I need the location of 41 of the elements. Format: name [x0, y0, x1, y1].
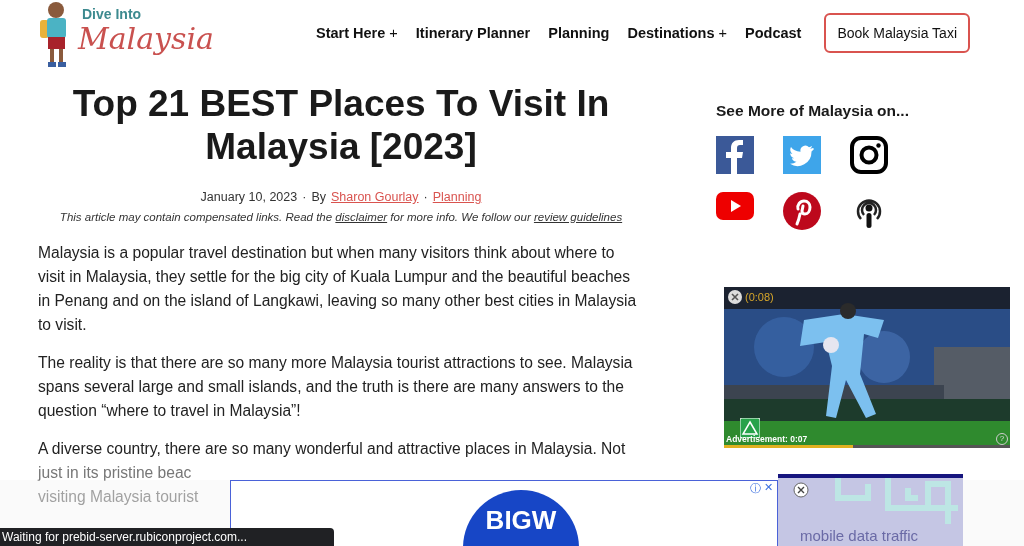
pinterest-icon[interactable] [783, 192, 821, 230]
author-link[interactable]: Sharon Gourlay [331, 190, 419, 204]
ad-countdown: Advertisement: 0:07 [726, 434, 808, 444]
brand-logo: BIGW [463, 490, 579, 546]
separator-text: · [423, 190, 428, 204]
review-guidelines-link[interactable]: review guidelines [533, 211, 623, 223]
byline-label: By [311, 190, 326, 204]
body-text-line: visiting Malaysia tourist [38, 487, 199, 507]
logo-text: Dive Into [82, 6, 143, 22]
side-ad[interactable] [778, 474, 963, 546]
facebook-icon[interactable] [716, 136, 754, 174]
status-bar: Waiting for prebid-server.rubiconproject.com... [0, 528, 334, 546]
ad-timer: (0:08) [745, 291, 774, 303]
sidebar-heading: See More of Malaysia on... [716, 102, 910, 120]
body-paragraph: The reality is that there are so many more Malaysia tourist attractions to see. Malaysia spans several large and small islands, and the truth is there are many answers to the question “where to travel in Malaysia”! [38, 353, 634, 421]
ad-info-button[interactable]: ⓘ [750, 481, 761, 496]
book-taxi-button[interactable]: Book Malaysia Taxi [824, 13, 970, 53]
disclaimer-link[interactable]: disclaimer [335, 211, 388, 223]
category-link[interactable]: Planning [432, 190, 482, 204]
instagram-icon[interactable] [850, 136, 888, 174]
body-paragraph: Malaysia is a popular travel destination but when many visitors think about where to visit in Malaysia, they settle for the big city of Kuala Lumpur and the beautiful beaches in Penang and on the island of Langkawi, leaving so many other best cities in Malaysia to visit. [38, 243, 638, 335]
ad-close-button[interactable]: ✕ [764, 481, 773, 496]
disclaimer-note: This article may contain compensated links. Read the disclaimer for more info. We follow our review guidelines [58, 211, 624, 223]
site-logo[interactable]: Dive Into Malaysia [38, 0, 214, 70]
bird-icon[interactable] [783, 136, 821, 174]
close-icon[interactable] [793, 482, 809, 498]
separator-text: · [302, 190, 307, 204]
body-text-line: just in its pristine beac [38, 463, 192, 483]
logo-script-text: Malaysia [78, 22, 214, 56]
video-ad[interactable]: (0:08) Advertisement: 0:07 ? [724, 287, 1010, 448]
ad-text: mobile data traffic [800, 527, 919, 544]
nav-link[interactable]: Start Here + [309, 25, 405, 41]
nav-link[interactable]: Itinerary Planner [408, 25, 538, 41]
close-icon[interactable] [728, 290, 742, 304]
nav-link[interactable]: Destinations + [620, 25, 734, 41]
post-date: January 10, 2023 [200, 190, 298, 204]
article-title: Top 21 BEST Places To Visit In Malaysia [2023] [71, 82, 611, 168]
nav-link[interactable]: Podcast [738, 25, 809, 41]
youtube-play-icon[interactable] [716, 192, 754, 220]
nav-link[interactable]: Planning [541, 25, 617, 41]
body-text-line: A diverse country, there are so many wonderful and attractive places in Malaysia. Not [38, 439, 626, 459]
